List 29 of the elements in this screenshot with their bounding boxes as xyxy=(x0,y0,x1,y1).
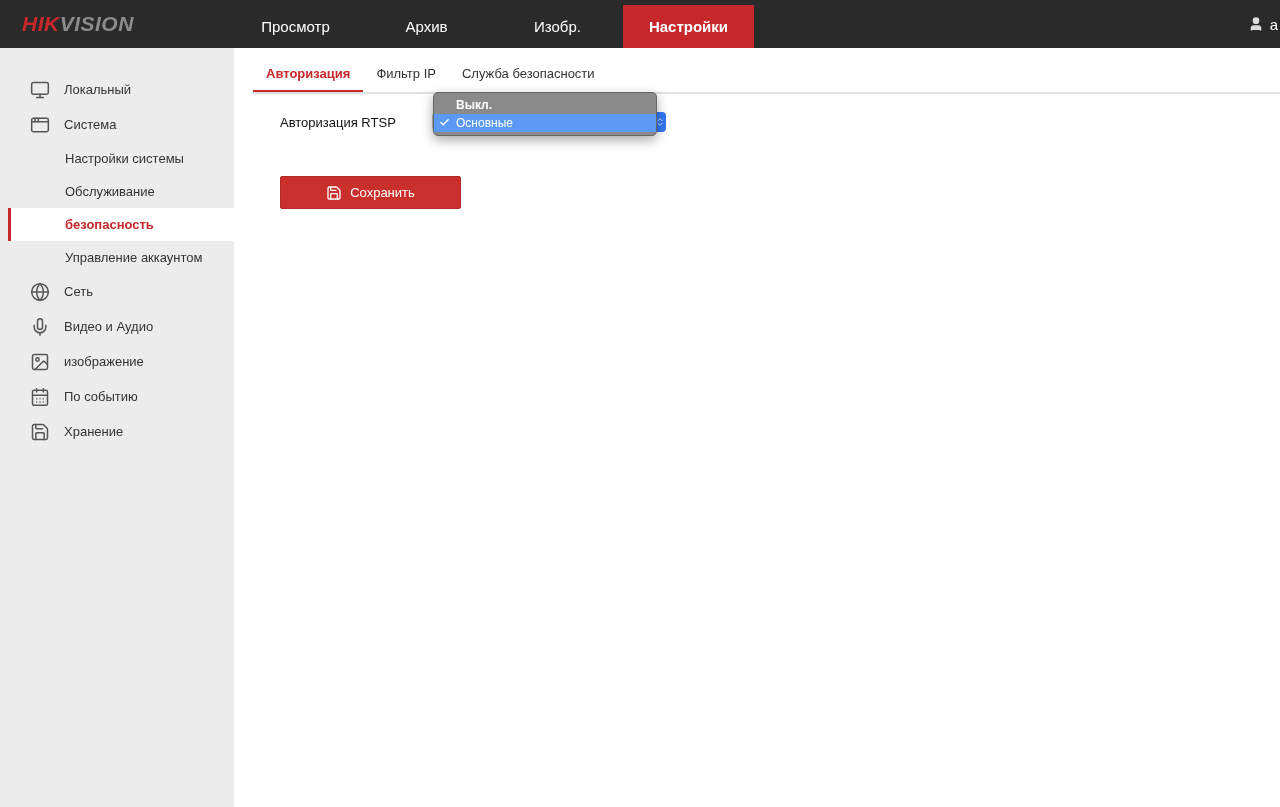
globe-icon xyxy=(30,281,50,302)
image-icon xyxy=(30,351,50,372)
stepper-icon xyxy=(654,117,665,127)
field-label: Авторизация RTSP xyxy=(280,114,397,130)
sidebar-subitem[interactable]: Обслуживание xyxy=(8,175,234,208)
nav-tab[interactable]: Настройки xyxy=(623,5,754,48)
sidebar-subitem[interactable]: безопасность xyxy=(8,208,234,241)
save-button[interactable]: Сохранить xyxy=(280,176,461,209)
nav-tab[interactable]: Изобр. xyxy=(492,5,623,48)
sidebar-item[interactable]: Система xyxy=(0,107,234,142)
sidebar-subitem[interactable]: Настройки системы xyxy=(8,142,234,175)
check-icon xyxy=(439,117,450,128)
sidebar-item[interactable]: Видео и Аудио xyxy=(0,309,234,344)
microphone-icon xyxy=(30,316,50,337)
tab[interactable]: Фильтр IP xyxy=(363,66,449,92)
sidebar-item[interactable]: По событию xyxy=(0,379,234,414)
tab[interactable]: Авторизация xyxy=(253,66,364,92)
user-name[interactable]: a xyxy=(1269,15,1278,33)
monitor-icon xyxy=(30,79,50,100)
tab[interactable]: Служба безопасности xyxy=(448,66,608,92)
sidebar-item[interactable]: изображение xyxy=(0,344,234,379)
sidebar-subitem[interactable]: Управление аккаунтом xyxy=(8,241,234,274)
calendar-icon xyxy=(30,386,50,407)
logo: HIKVISION xyxy=(21,12,135,36)
sidebar-item[interactable]: Сеть xyxy=(0,274,234,309)
sidebar-item[interactable]: Хранение xyxy=(0,414,234,449)
sidebar-item[interactable]: Локальный xyxy=(0,72,234,107)
nav-tab[interactable]: Просмотр xyxy=(230,5,361,48)
nav-tab[interactable]: Архив xyxy=(361,5,492,48)
